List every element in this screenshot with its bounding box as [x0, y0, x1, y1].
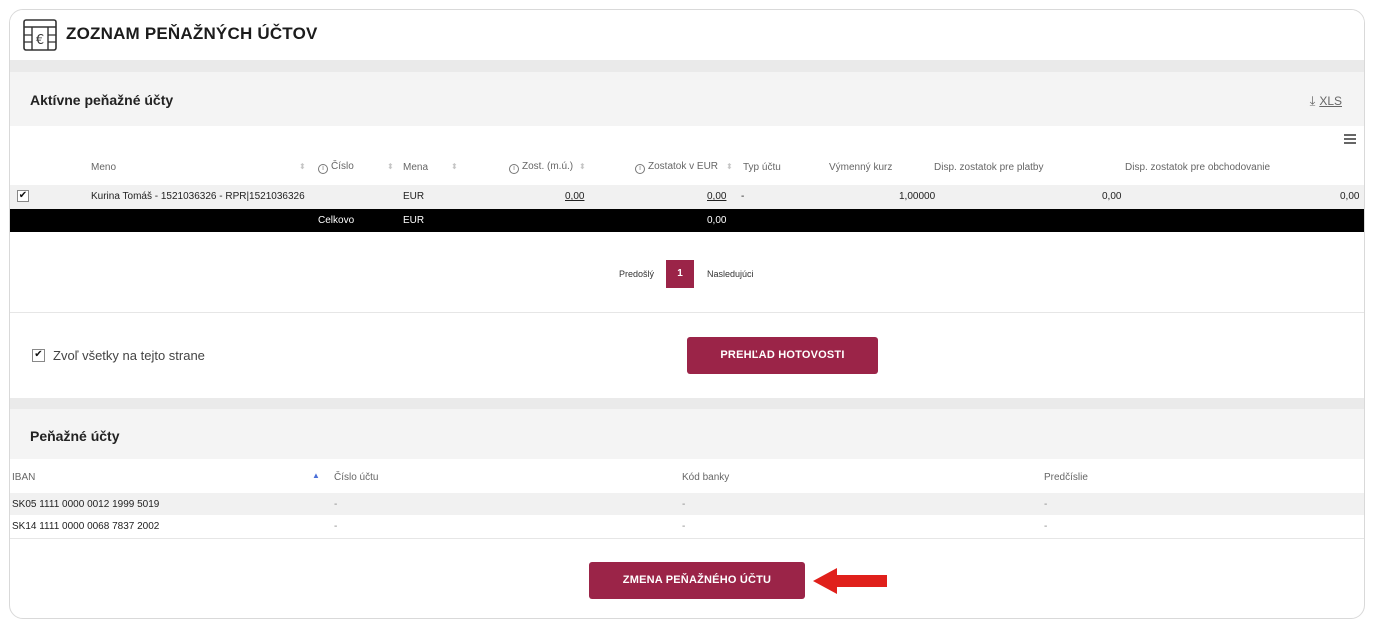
pagination-current-page[interactable]: 1 [666, 260, 694, 288]
select-all-label[interactable]: Zvoľ všetky na tejto strane [53, 348, 205, 363]
euro-wallet-icon: € [23, 19, 57, 51]
cell-cislo: - [334, 521, 338, 532]
table-row[interactable]: SK14 1111 0000 0068 7837 2002 - - - [10, 515, 1364, 537]
sort-meno-icon[interactable]: ⬍ [299, 162, 306, 171]
cell-kod: - [682, 521, 686, 532]
cell-kurz: 1,00000 [899, 191, 936, 202]
col-zost-mu[interactable]: i Zost. (m.ú.) [509, 161, 573, 174]
col-typ[interactable]: Typ účtu [743, 162, 781, 173]
sort-cislo-icon[interactable]: ⬍ [387, 162, 394, 171]
cell-mena: EUR [403, 191, 425, 202]
info-icon: i [509, 164, 519, 174]
section-separator [10, 60, 1364, 72]
change-cash-account-button[interactable]: ZMENA PEŇAŽNÉHO ÚČTU [589, 562, 805, 599]
red-arrow-icon [813, 568, 887, 594]
col-predcislie[interactable]: Predčíslie [1044, 472, 1088, 483]
pagination-prev[interactable]: Predošlý [619, 269, 654, 279]
col-mena[interactable]: Mena [403, 162, 428, 173]
cell-disp-obchod: 0,00 [1340, 191, 1360, 202]
active-accounts-title: Aktívne peňažné účty [30, 92, 174, 108]
pagination-next[interactable]: Nasledujúci [707, 269, 754, 279]
select-all-checkbox[interactable]: ✔ [32, 349, 45, 362]
cell-cislo: - [334, 499, 338, 510]
download-icon: ⤓ [1309, 93, 1316, 108]
col-disp-platby[interactable]: Disp. zostatok pre platby [934, 162, 1044, 173]
table-row[interactable]: ✔ Kurina Tomáš - 1521036326 - RPR|152103… [10, 185, 1364, 209]
cell-predcislie: - [1044, 499, 1048, 510]
cell-disp-platby: 0,00 [1102, 191, 1122, 202]
total-row: Celkovo EUR 0,00 [10, 209, 1364, 232]
col-cislo[interactable]: i Číslo [318, 161, 354, 174]
cash-overview-button[interactable]: PREHĽAD HOTOVOSTI [687, 337, 878, 374]
xls-export-link[interactable]: ⤓ XLS [1310, 93, 1342, 109]
col-iban[interactable]: IBAN [12, 472, 35, 483]
cell-zost-mu[interactable]: 0,00 [565, 191, 584, 202]
col-kurz[interactable]: Výmenný kurz [829, 162, 892, 173]
sort-asc-icon[interactable]: ▲ [312, 471, 320, 480]
cell-predcislie: - [1044, 521, 1048, 532]
cash-accounts-panel: € ZOZNAM PEŇAŽNÝCH ÚČTOV Aktívne peňažné… [9, 9, 1365, 619]
total-mena: EUR [403, 215, 425, 226]
cell-meno: Kurina Tomáš - 1521036326 - RPR|15210363… [91, 191, 305, 202]
cell-kod: - [682, 499, 686, 510]
sort-mena-icon[interactable]: ⬍ [451, 162, 458, 171]
col-disp-obchod[interactable]: Disp. zostatok pre obchodovanie [1125, 162, 1270, 173]
sort-zost-eur-icon[interactable]: ⬍ [726, 162, 733, 171]
cash-accounts-header [10, 409, 1364, 459]
svg-text:€: € [36, 33, 44, 48]
divider [10, 538, 1364, 539]
col-zost-eur[interactable]: i Zostatok v EUR [635, 161, 718, 174]
col-meno[interactable]: Meno [91, 162, 116, 173]
row-checkbox[interactable]: ✔ [17, 190, 29, 202]
total-label: Celkovo [318, 215, 355, 226]
cell-iban: SK05 1111 0000 0012 1999 5019 [12, 499, 160, 510]
total-zost-eur: 0,00 [707, 215, 727, 226]
cell-zost-eur[interactable]: 0,00 [707, 191, 726, 202]
col-cislo-uctu[interactable]: Číslo účtu [334, 472, 378, 483]
page-title: ZOZNAM PEŇAŽNÝCH ÚČTOV [66, 24, 318, 43]
column-menu-icon[interactable] [1344, 134, 1356, 144]
col-kod-banky[interactable]: Kód banky [682, 472, 729, 483]
xls-label: XLS [1319, 94, 1342, 108]
active-accounts-header [10, 72, 1364, 126]
cell-iban: SK14 1111 0000 0068 7837 2002 [12, 521, 160, 532]
sort-zost-mu-icon[interactable]: ⬍ [579, 162, 586, 171]
cell-typ: - [741, 191, 745, 202]
table-row[interactable]: SK05 1111 0000 0012 1999 5019 - - - [10, 493, 1364, 515]
info-icon: i [318, 164, 328, 174]
cash-accounts-title: Peňažné účty [30, 428, 120, 444]
section-separator [10, 398, 1364, 409]
info-icon: i [635, 164, 645, 174]
divider [10, 312, 1364, 313]
page-header: € ZOZNAM PEŇAŽNÝCH ÚČTOV [10, 10, 1364, 60]
